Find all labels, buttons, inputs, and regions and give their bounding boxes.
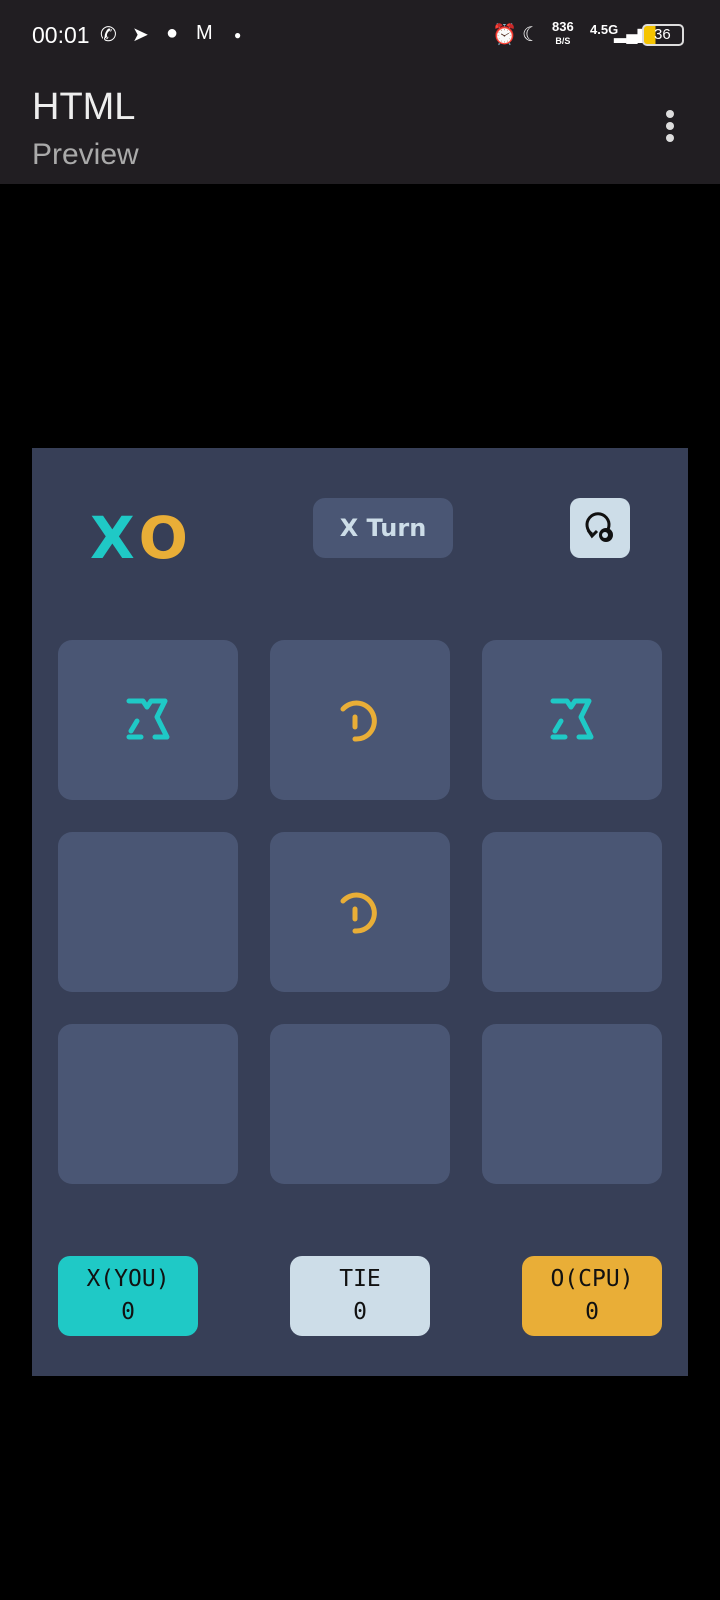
more-options-icon[interactable] xyxy=(666,110,676,146)
app-title: HTML xyxy=(32,86,136,128)
restart-button[interactable] xyxy=(570,498,630,558)
score-box: TIE 0 xyxy=(290,1256,430,1336)
score-value: 0 xyxy=(353,1299,367,1325)
net-speed: 836 B/S xyxy=(552,20,574,48)
battery-level: 36 xyxy=(654,26,671,43)
logo-o: O xyxy=(138,504,194,572)
score-label: X(YOU) xyxy=(86,1266,170,1292)
clock: 00:01 xyxy=(32,22,90,48)
board-cell[interactable] xyxy=(482,1024,662,1184)
board-cell[interactable] xyxy=(58,640,238,800)
score-value: 0 xyxy=(585,1299,599,1325)
x-mark-icon xyxy=(550,698,594,740)
score-value: 0 xyxy=(121,1299,135,1325)
app-subtitle: Preview xyxy=(32,138,139,171)
x-mark-icon xyxy=(126,698,170,740)
status-bar: 00:01 ✆ ➤ ● M ● ⏰ ☾ 836 B/S 4.5G ▂▄▆ 36 xyxy=(0,0,720,72)
alarm-icon: ⏰ xyxy=(492,24,517,46)
score-box: X(YOU) 0 xyxy=(58,1256,198,1336)
telegram-icon: ➤ xyxy=(132,24,149,46)
restart-icon xyxy=(585,512,613,542)
dot-icon: ● xyxy=(234,28,242,42)
board-cell[interactable] xyxy=(270,640,450,800)
gmail-icon: M xyxy=(196,22,213,44)
o-mark-icon xyxy=(340,700,377,742)
turn-indicator: X Turn xyxy=(313,498,453,558)
board-cell[interactable] xyxy=(270,832,450,992)
board-cell[interactable] xyxy=(58,1024,238,1184)
logo-x: X xyxy=(90,504,139,572)
moon-icon: ☾ xyxy=(522,24,540,46)
board-cell[interactable] xyxy=(58,832,238,992)
o-mark-icon xyxy=(340,892,377,934)
board-cell[interactable] xyxy=(482,640,662,800)
net-speed-value: 836 xyxy=(552,19,574,34)
board-cell[interactable] xyxy=(270,1024,450,1184)
app-bar: HTML Preview xyxy=(0,72,720,184)
battery-icon: 36 xyxy=(642,24,684,46)
score-label: TIE xyxy=(339,1266,381,1292)
chat-icon: ● xyxy=(166,22,179,44)
board-cell[interactable] xyxy=(482,832,662,992)
whatsapp-icon: ✆ xyxy=(100,24,117,46)
game-panel: XO X Turn X(YOU) 0 TIE 0 O(CPU) 0 xyxy=(32,448,688,1376)
score-box: O(CPU) 0 xyxy=(522,1256,662,1336)
score-label: O(CPU) xyxy=(550,1266,634,1292)
net-speed-unit: B/S xyxy=(555,36,571,46)
game-logo: XO xyxy=(90,504,194,572)
